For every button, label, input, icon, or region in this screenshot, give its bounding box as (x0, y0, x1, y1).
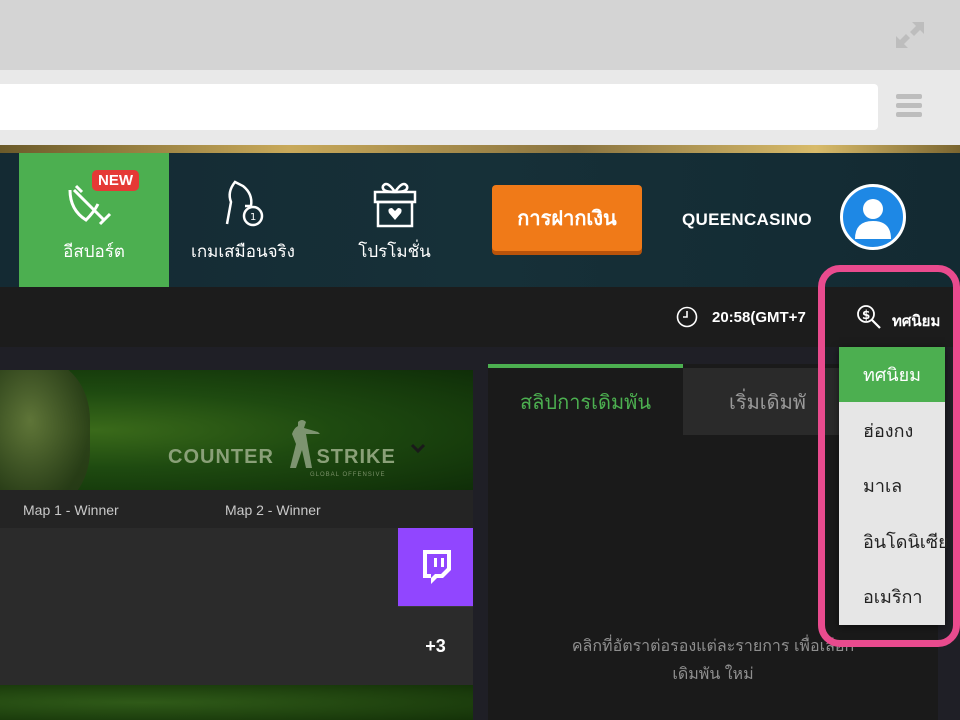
game-logo-sub: GLOBAL OFFENSIVE (310, 472, 386, 478)
svg-text:1: 1 (250, 212, 256, 223)
site-header: NEW อีสปอร์ต 1 เกมเสมือนจริง โปรโมชั่น (0, 153, 960, 287)
clock-icon (676, 306, 698, 328)
game-logo: COUNTER STRIKE (168, 446, 396, 469)
nav-virtual-games[interactable]: 1 เกมเสมือนจริง (169, 153, 317, 287)
header-accent-strip (0, 145, 960, 153)
fullscreen-expand-icon[interactable] (892, 18, 928, 52)
game-logo-part1: COUNTER (168, 446, 274, 468)
highlight-annotation (818, 265, 960, 647)
new-badge: NEW (92, 169, 139, 191)
deposit-button[interactable]: การฝากเงิน (492, 185, 642, 251)
next-game-banner (0, 685, 473, 720)
twitch-icon (423, 550, 451, 584)
esports-sword-shield-icon: NEW (64, 169, 139, 232)
twitch-stream-button[interactable] (398, 528, 473, 606)
market-label-map1: Map 1 - Winner (23, 502, 119, 518)
user-avatar-icon[interactable] (840, 184, 906, 250)
nav-virtual-games-label: เกมเสมือนจริง (191, 241, 295, 261)
nav-esports-label: อีสปอร์ต (63, 241, 125, 261)
info-bar (0, 287, 960, 347)
betslip-empty-message-2: เดิมพัน ใหม่ (672, 666, 754, 683)
more-markets-button[interactable]: +3 (398, 606, 473, 685)
chevron-down-icon[interactable] (410, 442, 426, 454)
nav-promotions-label: โปรโมชั่น (358, 241, 431, 261)
gift-icon (365, 176, 425, 232)
menu-icon[interactable] (896, 94, 922, 120)
nav-promotions[interactable]: โปรโมชั่น (317, 153, 472, 287)
game-logo-part2: STRIKE (316, 446, 396, 468)
virtual-horse-icon: 1 (213, 176, 273, 232)
nav-esports[interactable]: NEW อีสปอร์ต (19, 153, 169, 287)
browser-title-bar (0, 0, 960, 70)
game-banner (0, 370, 473, 490)
username[interactable]: QUEENCASINO (682, 210, 812, 230)
market-label-map2: Map 2 - Winner (225, 502, 321, 518)
address-bar[interactable] (0, 84, 878, 130)
tab-betslip[interactable]: สลิปการเดิมพัน (488, 364, 683, 435)
match-odds-area (0, 528, 398, 685)
current-time: 20:58(GMT+7 (712, 309, 806, 326)
game-artwork (0, 370, 90, 490)
